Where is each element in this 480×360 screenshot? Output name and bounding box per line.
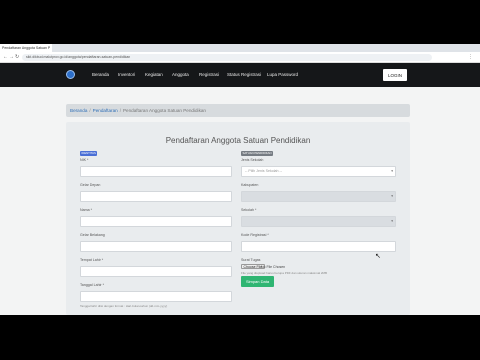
tempat-lahir-label: Tempat Lahir * — [80, 258, 104, 262]
nama-input[interactable] — [80, 216, 232, 227]
gelar-depan-label: Gelar Depan — [80, 183, 101, 187]
tanggal-lahir-input[interactable] — [80, 291, 232, 302]
surat-tugas-label: Surat Tugas — [241, 258, 261, 262]
nik-input[interactable] — [80, 166, 232, 177]
mouse-cursor-icon: ↖ — [375, 253, 381, 260]
nav-item-registrasi[interactable]: Registrasi — [199, 63, 219, 87]
kabupaten-select[interactable]: ▾ — [241, 191, 396, 202]
gelar-depan-input[interactable] — [80, 191, 232, 202]
site-header: Beranda Inventori Kegiatan Anggota Regis… — [0, 63, 480, 87]
back-arrow-icon[interactable]: ← — [3, 54, 8, 61]
reload-icon[interactable]: ↻ — [15, 54, 19, 61]
nama-label: Nama * — [80, 208, 92, 212]
nav-item-inventori[interactable]: Inventori — [118, 63, 135, 87]
kode-registrasi-label: Kode Registrasi * — [241, 233, 269, 237]
jenis-sekolah-label: Jenis Sekolah — [241, 158, 264, 162]
nav-item-kegiatan[interactable]: Kegiatan — [145, 63, 163, 87]
kode-registrasi-input[interactable] — [241, 241, 396, 252]
jenis-sekolah-select[interactable]: -- Pilih Jenis Sekolah -- ▾ — [241, 166, 396, 177]
nav-item-beranda[interactable]: Beranda — [92, 63, 109, 87]
simpan-data-button[interactable]: Simpan Data — [241, 276, 274, 287]
breadcrumb-current: Pendaftaran Anggota Satuan Pendidikan — [122, 108, 206, 113]
file-status-text: No File Chosen — [261, 265, 286, 269]
breadcrumb-separator: / — [119, 108, 121, 113]
tanggal-lahir-hint: Tanggal lahir diisi dengan format : Hari… — [80, 304, 168, 308]
registration-form-card: Pendaftaran Anggota Satuan Pendidikan ID… — [66, 122, 410, 315]
nav-item-status-registrasi[interactable]: Status Registrasi — [227, 63, 261, 87]
kabupaten-label: Kabupaten — [241, 183, 259, 187]
chevron-down-icon: ▾ — [391, 169, 393, 173]
site-logo[interactable] — [66, 70, 75, 79]
video-frame: Pendaftaran Anggota Satuan P ← → ↻ sikt.… — [0, 0, 480, 360]
sekolah-label: Sekolah * — [241, 208, 257, 212]
kebab-menu-icon[interactable]: ⋮ — [468, 54, 473, 61]
chevron-down-icon: ▾ — [391, 194, 393, 198]
gelar-belakang-input[interactable] — [80, 241, 232, 252]
forward-arrow-icon[interactable]: → — [9, 54, 14, 61]
nik-label: NIK * — [80, 158, 89, 162]
login-button[interactable]: LOGIN — [383, 69, 407, 81]
tanggal-lahir-label: Tanggal Lahir * — [80, 283, 104, 287]
breadcrumb-separator: / — [89, 108, 91, 113]
url-field[interactable]: sikt.dikbud.malutprov.go.id/anggota/pend… — [22, 54, 432, 61]
form-title: Pendaftaran Anggota Satuan Pendidikan — [165, 136, 311, 145]
browser-tab[interactable]: Pendaftaran Anggota Satuan P — [0, 44, 52, 52]
breadcrumb-item-beranda[interactable]: Beranda — [70, 108, 87, 113]
chevron-down-icon: ▾ — [391, 219, 393, 223]
address-bar: ← → ↻ sikt.dikbud.malutprov.go.id/anggot… — [0, 52, 480, 63]
jenis-sekolah-placeholder: -- Pilih Jenis Sekolah -- — [245, 169, 282, 173]
gelar-belakang-label: Gelar Belakang — [80, 233, 105, 237]
identity-section-badge: IDENTITAS — [80, 151, 98, 156]
sekolah-select[interactable]: ▾ — [241, 216, 396, 227]
file-upload-hint: File yang diupload harus berupa PDF dan … — [241, 271, 328, 275]
nav-item-lupa-password[interactable]: Lupa Password — [267, 63, 298, 87]
tempat-lahir-input[interactable] — [80, 266, 232, 277]
school-section-badge: SATUAN PENDIDIKAN — [241, 151, 274, 156]
nav-item-anggota[interactable]: Anggota — [172, 63, 189, 87]
tab-bar: Pendaftaran Anggota Satuan P — [0, 44, 480, 52]
breadcrumb-item-pendaftaran[interactable]: Pendaftaran — [93, 108, 118, 113]
breadcrumb: Beranda / Pendaftaran / Pendaftaran Anggota … — [66, 104, 410, 117]
